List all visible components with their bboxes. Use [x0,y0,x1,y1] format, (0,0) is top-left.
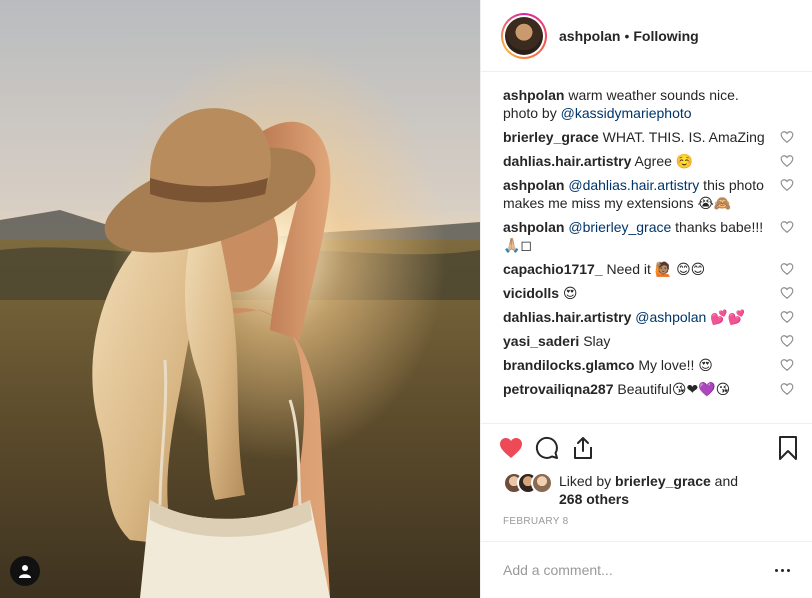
comment-row: ashpolan @brierley_grace thanks babe!!! … [503,218,812,254]
comment-username[interactable]: yasi_saderi [503,333,579,349]
comment-like-icon[interactable] [780,286,794,300]
share-icon [574,437,592,459]
comment-username[interactable]: capachio1717_ [503,261,603,277]
comment-like-icon[interactable] [780,154,794,168]
header-username[interactable]: ashpolan [559,28,620,44]
comment-mention[interactable]: @ashpolan [635,309,706,325]
following-button[interactable]: Following [633,28,698,44]
comment-like-icon[interactable] [780,334,794,348]
comment-username[interactable]: dahlias.hair.artistry [503,153,631,169]
post-sidebar: ashpolan • Following ashpolan warm weath… [480,0,812,598]
heart-filled-icon [500,438,522,458]
comment-like-icon[interactable] [780,262,794,276]
more-options-button[interactable] [766,560,790,580]
comment-username[interactable]: vicidolls [503,285,559,301]
more-options-icon [772,568,790,572]
caption-mention[interactable]: @kassidymariephoto [561,105,692,121]
comment-username[interactable]: ashpolan [503,177,564,193]
comment-like-icon[interactable] [780,358,794,372]
comment-row: vicidolls 😍 [503,284,812,302]
comment-bubble-icon [535,436,558,459]
liker-username[interactable]: brierley_grace [615,473,711,489]
comment-row: dahlias.hair.artistry @ashpolan 💕💕 [503,308,812,326]
story-ring[interactable] [501,12,547,59]
caption: ashpolan warm weather sounds nice. photo… [503,86,812,122]
comment-like-icon[interactable] [780,382,794,396]
comment-mention[interactable]: @brierley_grace [568,219,671,235]
comment-text: 💕💕 [706,309,746,325]
comment-username[interactable]: ashpolan [503,219,564,235]
comment-row: yasi_saderi Slay [503,332,812,350]
comment-username[interactable]: petrovailiqna287 [503,381,614,397]
liker-avatar [531,472,553,494]
comment-row: petrovailiqna287 Beautiful😘❤💜😘 [503,380,812,398]
add-comment-input[interactable] [503,562,766,578]
header-separator: • [624,27,630,44]
comment-text: Beautiful😘❤💜😘 [617,381,731,397]
comment-text: Need it 🙋🏽 😊😊 [606,261,706,277]
liker-avatars[interactable] [503,472,555,494]
post-photo[interactable] [0,0,480,598]
post-header: ashpolan • Following [481,0,812,72]
comment-text: WHAT. THIS. IS. AmaZing [602,129,765,145]
comment-like-icon[interactable] [780,220,794,234]
add-comment-bar [481,542,812,598]
comment-text: My love!! 😍 [638,357,713,373]
likes-others-link[interactable]: 268 others [559,491,629,507]
post-date[interactable]: February 8 [481,508,812,542]
comment-like-icon[interactable] [780,310,794,324]
comment-list[interactable]: ashpolan warm weather sounds nice. photo… [481,72,812,424]
action-bar [481,424,812,472]
comment-row: dahlias.hair.artistry Agree ☺️ [503,152,812,170]
likes-summary: Liked by brierley_grace and 268 others [481,472,812,508]
comment-button[interactable] [535,432,571,464]
share-button[interactable] [571,432,607,464]
comment-like-icon[interactable] [780,178,794,192]
user-tag-button[interactable] [10,556,40,586]
save-button[interactable] [762,432,798,464]
comment-username[interactable]: brandilocks.glamco [503,357,634,373]
comment-username[interactable]: brierley_grace [503,129,599,145]
photo-illustration [0,0,480,598]
user-tag-icon [19,565,31,578]
comment-row: ashpolan @dahlias.hair.artistry this pho… [503,176,812,212]
like-button[interactable] [499,432,535,464]
comment-row: brierley_grace WHAT. THIS. IS. AmaZing [503,128,812,146]
avatar[interactable] [505,16,543,55]
comment-username[interactable]: dahlias.hair.artistry [503,309,631,325]
likes-text: Liked by brierley_grace and 268 others [559,473,739,507]
caption-username[interactable]: ashpolan [503,87,564,103]
comment-text: 😍 [562,285,578,301]
comment-text: Slay [583,333,611,349]
comment-mention[interactable]: @dahlias.hair.artistry [568,177,699,193]
comment-row: capachio1717_ Need it 🙋🏽 😊😊 [503,260,812,278]
bookmark-icon [779,436,797,460]
comment-like-icon[interactable] [780,130,794,144]
comment-row: brandilocks.glamco My love!! 😍 [503,356,812,374]
instagram-post: ashpolan • Following ashpolan warm weath… [0,0,812,598]
comment-text: Agree ☺️ [634,153,694,169]
